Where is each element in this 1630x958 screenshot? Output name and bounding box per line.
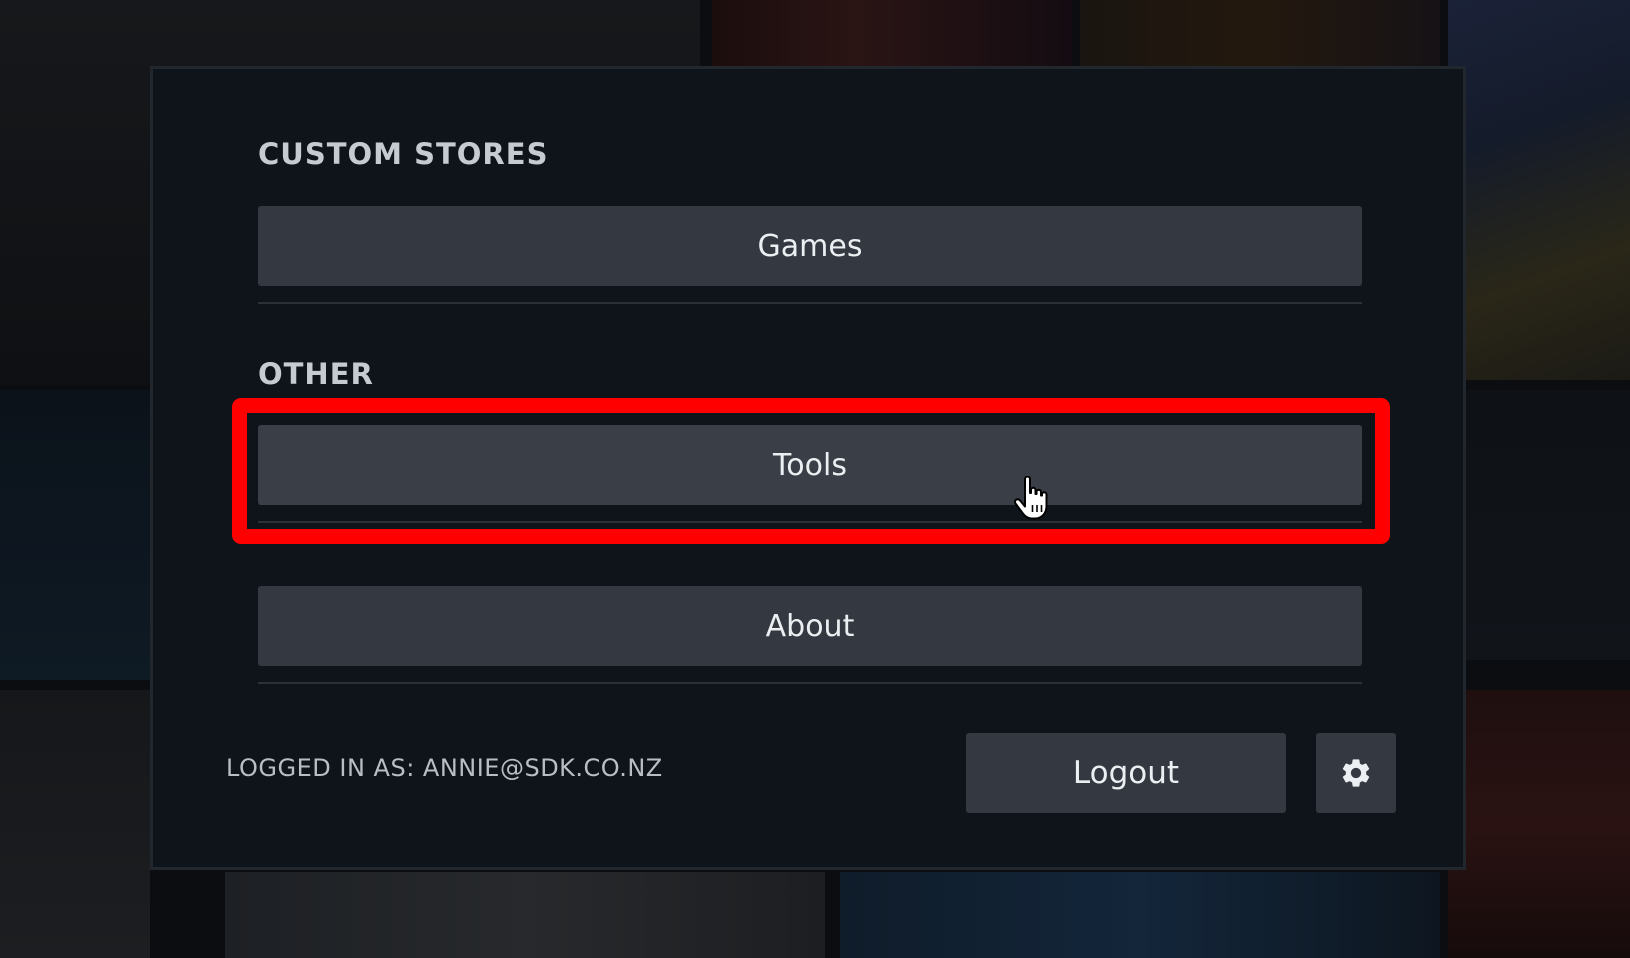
divider xyxy=(258,302,1362,304)
login-status-text: LOGGED IN AS: ANNIE@SDK.CO.NZ xyxy=(226,754,663,782)
logout-button[interactable]: Logout xyxy=(966,733,1286,813)
background-tile xyxy=(712,0,1072,70)
divider xyxy=(258,521,1362,523)
logout-button-label: Logout xyxy=(1072,755,1180,791)
store-menu-modal: CUSTOM STORES Games OTHER Tools About LO… xyxy=(150,66,1466,870)
background-tile xyxy=(840,872,1440,958)
background-tile xyxy=(1448,0,1630,380)
settings-button[interactable] xyxy=(1316,733,1396,813)
tools-button[interactable]: Tools xyxy=(258,425,1362,505)
games-button-label: Games xyxy=(757,228,863,264)
games-button[interactable]: Games xyxy=(258,206,1362,286)
background-tile xyxy=(0,390,150,680)
tools-button-label: Tools xyxy=(773,447,847,483)
gear-icon xyxy=(1342,759,1370,787)
divider xyxy=(258,682,1362,684)
about-button-label: About xyxy=(765,608,855,644)
background-tile xyxy=(1080,0,1440,70)
about-button[interactable]: About xyxy=(258,586,1362,666)
background-tile xyxy=(1448,690,1630,958)
section-title-custom-stores: CUSTOM STORES xyxy=(258,137,549,171)
section-title-other: OTHER xyxy=(258,357,374,391)
background-tile xyxy=(0,690,150,958)
background-tile xyxy=(1448,390,1630,660)
background-tile xyxy=(225,872,825,958)
